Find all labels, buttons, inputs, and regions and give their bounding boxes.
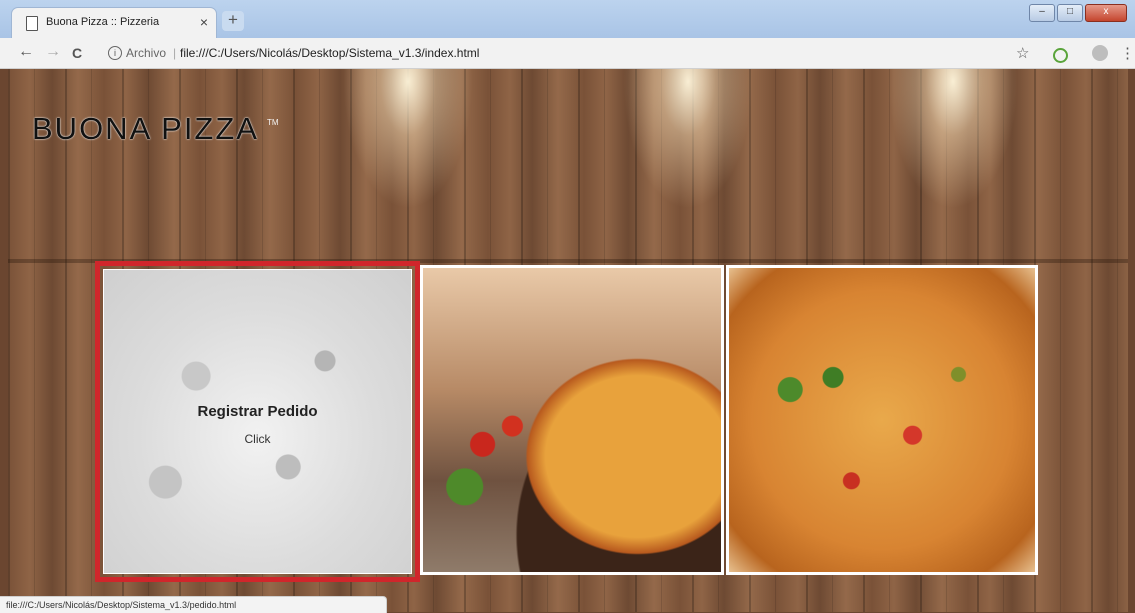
address-separator: | bbox=[173, 46, 177, 60]
registrar-pedido-card[interactable]: Registrar Pedido Click bbox=[95, 261, 420, 582]
tab-title: Buona Pizza :: Pizzeria bbox=[46, 16, 160, 28]
status-bar: file:///C:/Users/Nicolás/Desktop/Sistema… bbox=[0, 596, 387, 613]
reload-icon[interactable]: C bbox=[72, 45, 82, 61]
maximize-button[interactable]: □ bbox=[1057, 4, 1083, 22]
new-tab-button[interactable]: + bbox=[222, 11, 244, 31]
ceiling-light bbox=[623, 69, 753, 209]
close-tab-icon[interactable]: × bbox=[200, 14, 208, 30]
menu-icon[interactable]: ⋮ bbox=[1120, 44, 1135, 62]
close-window-button[interactable]: x bbox=[1085, 4, 1127, 22]
ceiling-light bbox=[343, 69, 473, 209]
forward-icon[interactable]: → bbox=[45, 43, 61, 61]
site-logo: BUONA PIZZA bbox=[32, 111, 259, 146]
profile-avatar-icon[interactable] bbox=[1092, 45, 1108, 61]
url-text[interactable]: file:///C:/Users/Nicolás/Desktop/Sistema… bbox=[180, 42, 479, 64]
page-icon bbox=[26, 16, 38, 31]
minimize-button[interactable]: – bbox=[1029, 4, 1055, 22]
pizza-card-2[interactable] bbox=[420, 265, 724, 575]
security-label: Archivo bbox=[126, 46, 167, 60]
pizza-vegetables-image bbox=[423, 268, 721, 572]
extension-icon[interactable] bbox=[1053, 48, 1068, 63]
page-background: BUONA PIZZA TM Registrar Pedido Click bbox=[8, 69, 1128, 612]
back-icon[interactable]: ← bbox=[18, 43, 34, 61]
card-title: Registrar Pedido bbox=[197, 403, 318, 420]
ceiling-light bbox=[888, 69, 1018, 209]
browser-titlebar: Buona Pizza :: Pizzeria × + – □ x bbox=[0, 0, 1135, 38]
card-subtitle: Click bbox=[244, 432, 271, 446]
browser-tab[interactable]: Buona Pizza :: Pizzeria × bbox=[12, 8, 216, 38]
window-controls: – □ x bbox=[1029, 4, 1127, 22]
pizza-top-view-image bbox=[729, 268, 1035, 572]
trademark-mark: TM bbox=[267, 118, 279, 127]
address-bar[interactable]: i Archivo | file:///C:/Users/Nicolás/Des… bbox=[98, 42, 1038, 64]
pizza-grayscale-image: Registrar Pedido Click bbox=[103, 269, 412, 574]
pizza-card-3[interactable] bbox=[726, 265, 1038, 575]
bookmark-star-icon[interactable]: ☆ bbox=[1016, 44, 1029, 62]
browser-toolbar: ← → C i Archivo | file:///C:/Users/Nicol… bbox=[0, 38, 1135, 69]
info-icon[interactable]: i bbox=[108, 46, 122, 60]
